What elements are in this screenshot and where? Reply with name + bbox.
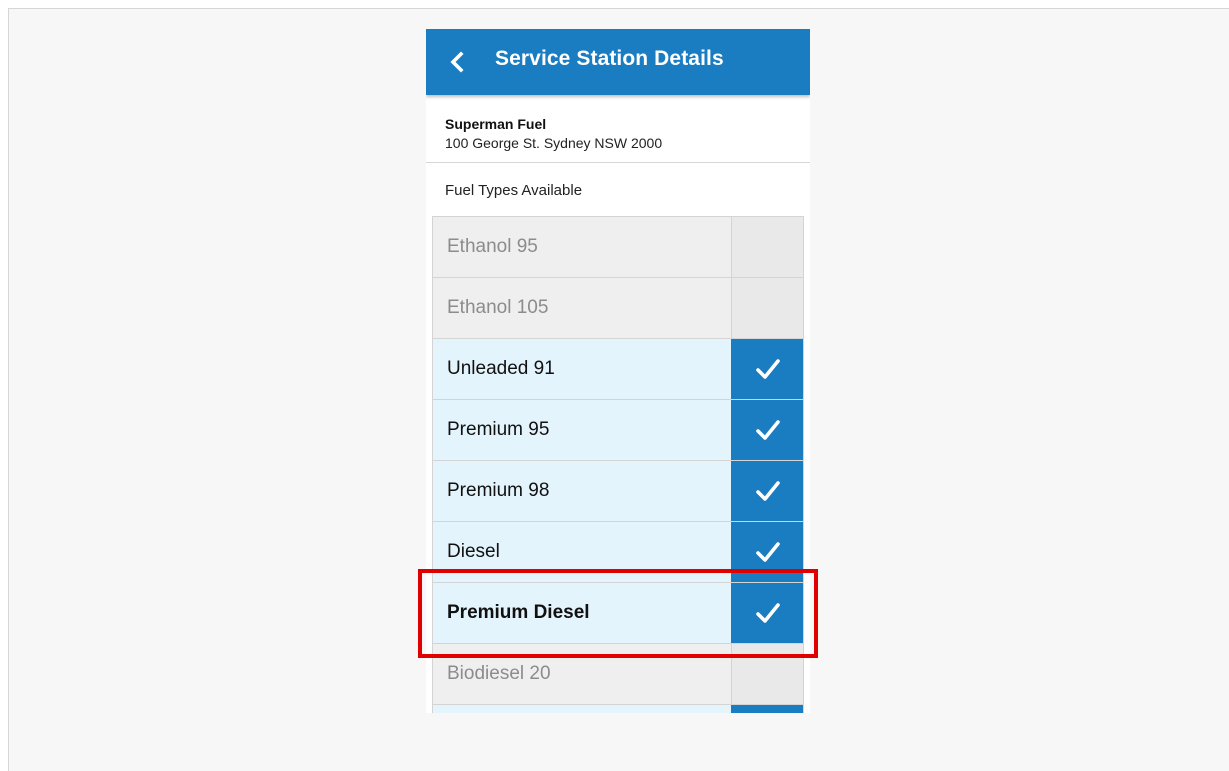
fuel-type-label: Unleaded 91	[447, 358, 555, 379]
station-info: Superman Fuel 100 George St. Sydney NSW …	[426, 96, 810, 163]
availability-checkbox[interactable]	[731, 705, 803, 713]
fuel-type-label: Diesel	[447, 541, 500, 562]
fuel-type-label: Biodiesel 20	[447, 663, 551, 684]
fuel-type-label: Premium 95	[447, 419, 550, 440]
checkmark-icon	[756, 420, 780, 440]
fuel-type-row[interactable]: Premium 95	[433, 400, 803, 461]
fuel-type-label: Premium Diesel	[447, 602, 590, 623]
availability-checkbox[interactable]	[731, 583, 803, 643]
availability-checkbox[interactable]	[731, 461, 803, 521]
fuel-type-row[interactable]: Ethanol 95	[433, 217, 803, 278]
station-name: Superman Fuel	[445, 116, 547, 132]
availability-checkbox[interactable]	[731, 522, 803, 582]
checkmark-icon	[756, 359, 780, 379]
fuel-type-label: Premium 98	[447, 480, 550, 501]
station-address: 100 George St. Sydney NSW 2000	[445, 135, 663, 151]
fuel-types-heading: Fuel Types Available	[445, 182, 583, 199]
fuel-type-row[interactable]: Diesel	[433, 522, 803, 583]
fuel-type-label: Ethanol 105	[447, 297, 549, 318]
back-button[interactable]	[440, 45, 474, 79]
availability-checkbox[interactable]	[731, 339, 803, 399]
checkmark-icon	[756, 542, 780, 562]
fuel-type-row[interactable]: Premium 98	[433, 461, 803, 522]
checkmark-icon	[756, 481, 780, 501]
fuel-type-row[interactable]: Unleaded 91	[433, 339, 803, 400]
availability-checkbox[interactable]	[731, 644, 803, 704]
fuel-type-row[interactable]: Biodiesel 20	[433, 644, 803, 705]
fuel-type-row[interactable]: Ethanol 105	[433, 278, 803, 339]
page-title: Service Station Details	[495, 47, 724, 70]
chevron-left-icon	[450, 51, 464, 73]
fuel-type-row[interactable]: Premium Diesel	[433, 583, 803, 644]
availability-checkbox[interactable]	[731, 278, 803, 338]
checkmark-icon	[756, 603, 780, 623]
fuel-type-row[interactable]	[433, 705, 803, 713]
app-screen: Service Station Details Superman Fuel 10…	[426, 29, 810, 713]
availability-checkbox[interactable]	[731, 400, 803, 460]
fuel-type-list: Ethanol 95 Ethanol 105 Unleaded 91 Premium …	[432, 216, 804, 713]
app-bar: Service Station Details	[426, 29, 810, 95]
availability-checkbox[interactable]	[731, 217, 803, 277]
fuel-type-label: Ethanol 95	[447, 236, 538, 257]
